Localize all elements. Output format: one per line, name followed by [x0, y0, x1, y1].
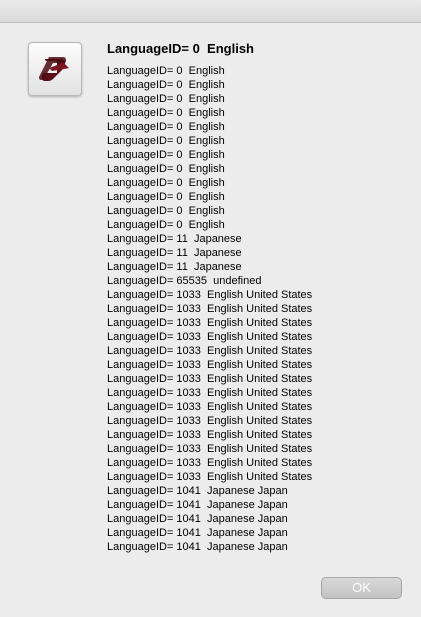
- list-item: LanguageID= 1033 English United States: [107, 359, 313, 371]
- list-item: LanguageID= 0 English: [107, 121, 225, 133]
- window-titlebar[interactable]: [0, 0, 421, 23]
- ok-button[interactable]: OK: [321, 577, 402, 599]
- list-item: LanguageID= 1041 Japanese Japan: [107, 527, 288, 539]
- list-item: LanguageID= 1033 English United States: [107, 289, 313, 301]
- script-scroll-icon: [28, 42, 82, 96]
- list-item: LanguageID= 0 English: [107, 191, 225, 203]
- language-id-list: LanguageID= 0 English LanguageID= 0 Engl…: [107, 64, 312, 554]
- list-item: LanguageID= 0 English: [107, 149, 225, 161]
- list-item: LanguageID= 1041 Japanese Japan: [107, 513, 288, 525]
- list-item: LanguageID= 1033 English United States: [107, 345, 313, 357]
- list-item: LanguageID= 65535 undefined: [107, 275, 262, 287]
- list-item: LanguageID= 1033 English United States: [107, 401, 313, 413]
- list-item: LanguageID= 1033 English United States: [107, 303, 313, 315]
- list-item: LanguageID= 1033 English United States: [107, 331, 313, 343]
- list-item: LanguageID= 1041 Japanese Japan: [107, 541, 288, 553]
- list-item: LanguageID= 0 English: [107, 93, 225, 105]
- list-item: LanguageID= 1033 English United States: [107, 471, 313, 483]
- list-item: LanguageID= 0 English: [107, 177, 225, 189]
- list-item: LanguageID= 0 English: [107, 135, 225, 147]
- list-item: LanguageID= 0 English: [107, 65, 225, 77]
- list-item: LanguageID= 0 English: [107, 79, 225, 91]
- list-item: LanguageID= 11 Japanese: [107, 233, 242, 245]
- list-item: LanguageID= 1033 English United States: [107, 457, 313, 469]
- list-item: LanguageID= 11 Japanese: [107, 261, 242, 273]
- list-item: LanguageID= 11 Japanese: [107, 247, 242, 259]
- list-item: LanguageID= 1033 English United States: [107, 415, 313, 427]
- list-item: LanguageID= 1033 English United States: [107, 317, 313, 329]
- list-item: LanguageID= 1041 Japanese Japan: [107, 499, 288, 511]
- list-item: LanguageID= 0 English: [107, 163, 225, 175]
- list-item: LanguageID= 1033 English United States: [107, 387, 313, 399]
- list-item: LanguageID= 1033 English United States: [107, 443, 313, 455]
- list-item: LanguageID= 1033 English United States: [107, 429, 313, 441]
- alert-dialog: LanguageID= 0 English LanguageID= 0 Engl…: [0, 0, 421, 617]
- list-item: LanguageID= 1041 Japanese Japan: [107, 485, 288, 497]
- list-item: LanguageID= 0 English: [107, 107, 225, 119]
- list-item: LanguageID= 0 English: [107, 219, 225, 231]
- list-item: LanguageID= 1033 English United States: [107, 373, 313, 385]
- dialog-heading: LanguageID= 0 English: [107, 41, 254, 56]
- list-item: LanguageID= 0 English: [107, 205, 225, 217]
